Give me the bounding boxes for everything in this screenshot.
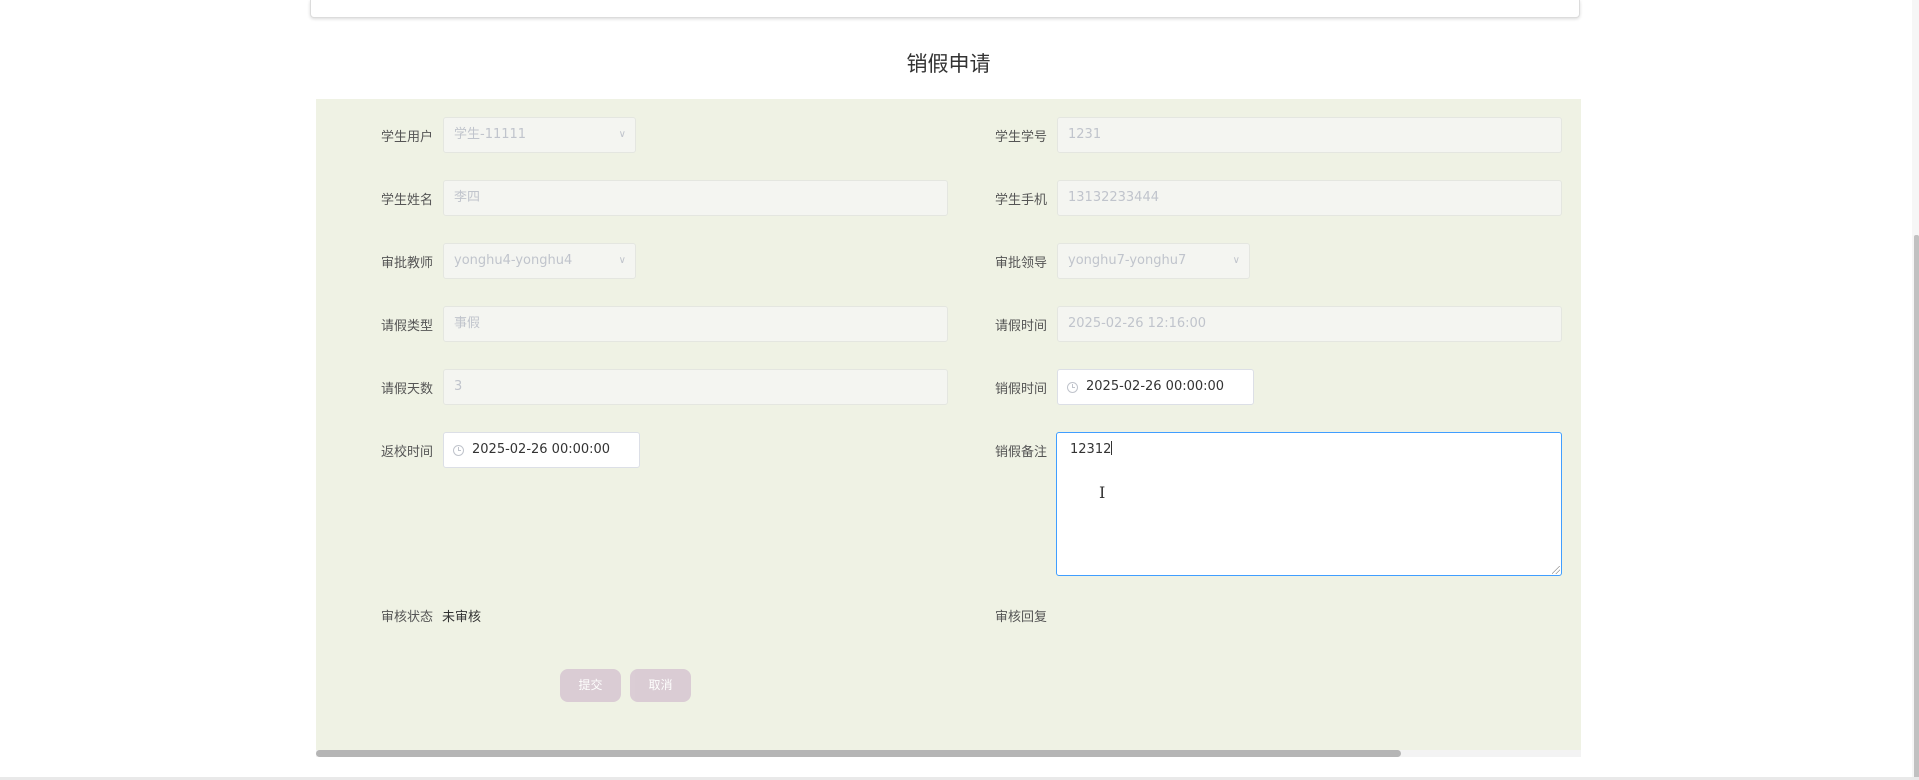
text-cursor-icon: I bbox=[1099, 483, 1106, 502]
return-time-value: 2025-02-26 00:00:00 bbox=[472, 442, 611, 457]
page: 销假申请 学生用户 学生-11111 ∨ 学生学号 1231 学生姓名 李四 学… bbox=[0, 0, 1919, 780]
approve-leader-label: 审批领导 bbox=[995, 256, 1048, 271]
chevron-down-icon: ∨ bbox=[1232, 255, 1240, 266]
resize-handle[interactable] bbox=[1552, 566, 1560, 574]
leave-type-label: 请假类型 bbox=[381, 319, 434, 334]
student-number-field[interactable]: 1231 bbox=[1057, 117, 1562, 153]
student-user-label: 学生用户 bbox=[381, 130, 434, 145]
leave-time-field[interactable]: 2025-02-26 12:16:00 bbox=[1057, 306, 1562, 342]
cancel-time-value: 2025-02-26 00:00:00 bbox=[1086, 379, 1225, 394]
vertical-scrollbar-thumb[interactable] bbox=[1914, 235, 1919, 780]
return-time-picker[interactable]: 2025-02-26 00:00:00 bbox=[443, 432, 640, 468]
approve-teacher-label: 审批教师 bbox=[381, 256, 434, 271]
top-card bbox=[310, 0, 1580, 18]
cancel-note-label: 销假备注 bbox=[995, 445, 1048, 460]
horizontal-scrollbar-thumb[interactable] bbox=[316, 750, 1401, 757]
chevron-down-icon: ∨ bbox=[618, 255, 626, 266]
cancel-note-value: 12312 bbox=[1070, 442, 1112, 457]
clock-icon bbox=[453, 445, 464, 456]
approve-teacher-value: yonghu4-yonghu4 bbox=[454, 253, 573, 268]
chevron-down-icon: ∨ bbox=[618, 129, 626, 140]
student-name-field[interactable]: 李四 bbox=[443, 180, 948, 216]
clock-icon bbox=[1067, 382, 1078, 393]
student-number-label: 学生学号 bbox=[995, 130, 1048, 145]
cancel-note-textarea[interactable]: 12312 bbox=[1056, 432, 1562, 576]
approve-leader-select[interactable]: yonghu7-yonghu7 ∨ bbox=[1057, 243, 1250, 279]
student-phone-field[interactable]: 13132233444 bbox=[1057, 180, 1562, 216]
text-caret bbox=[1111, 441, 1113, 455]
leave-time-label: 请假时间 bbox=[995, 319, 1048, 334]
return-time-label: 返校时间 bbox=[381, 445, 434, 460]
student-user-value: 学生-11111 bbox=[454, 127, 527, 142]
cancel-time-picker[interactable]: 2025-02-26 00:00:00 bbox=[1057, 369, 1254, 405]
approve-leader-value: yonghu7-yonghu7 bbox=[1068, 253, 1187, 268]
review-status-value: 未审核 bbox=[442, 610, 482, 625]
review-reply-label: 审核回复 bbox=[995, 610, 1048, 625]
submit-button[interactable]: 提交 bbox=[560, 669, 621, 702]
student-user-select[interactable]: 学生-11111 ∨ bbox=[443, 117, 636, 153]
page-title: 销假申请 bbox=[906, 52, 991, 76]
review-status-label: 审核状态 bbox=[381, 610, 434, 625]
cancel-time-label: 销假时间 bbox=[995, 382, 1048, 397]
leave-type-field[interactable]: 事假 bbox=[443, 306, 948, 342]
student-phone-label: 学生手机 bbox=[995, 193, 1048, 208]
approve-teacher-select[interactable]: yonghu4-yonghu4 ∨ bbox=[443, 243, 636, 279]
leave-days-label: 请假天数 bbox=[381, 382, 434, 397]
student-name-label: 学生姓名 bbox=[381, 193, 434, 208]
leave-days-field[interactable]: 3 bbox=[443, 369, 948, 405]
cancel-button[interactable]: 取消 bbox=[630, 669, 691, 702]
